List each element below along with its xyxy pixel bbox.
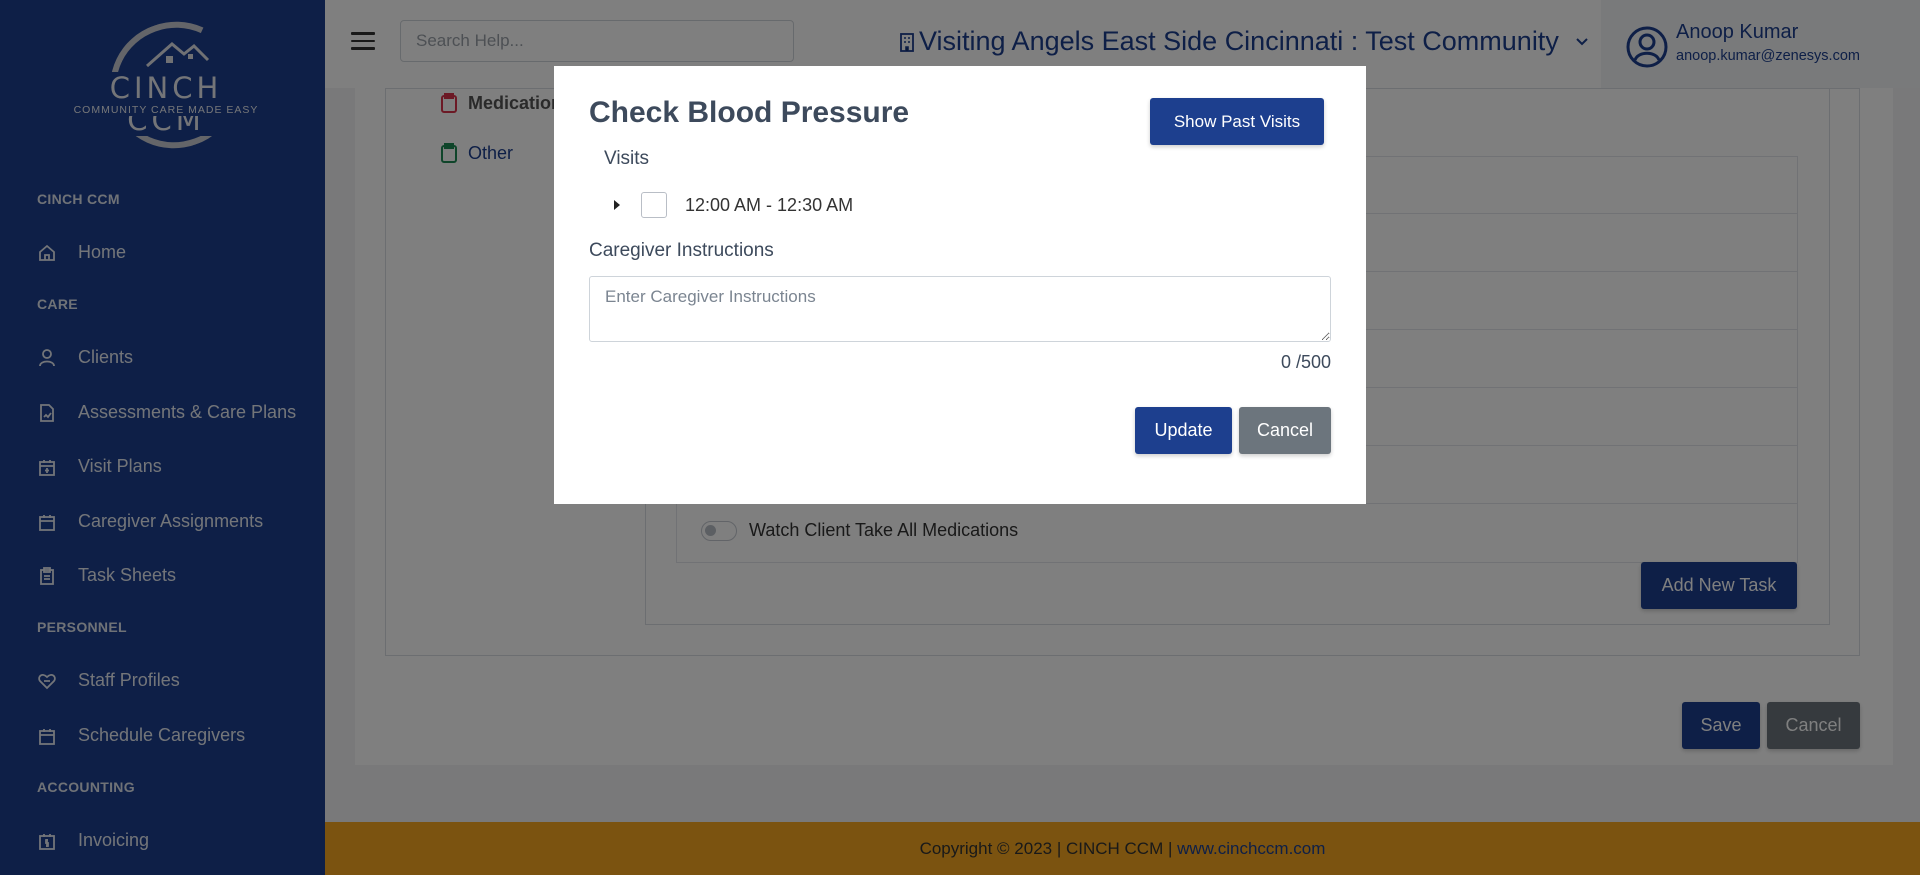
caregiver-instructions-field[interactable] — [589, 276, 1331, 342]
check-blood-pressure-modal: Check Blood Pressure Show Past Visits Vi… — [554, 66, 1366, 504]
visit-time: 12:00 AM - 12:30 AM — [685, 194, 854, 215]
show-past-visits-button[interactable]: Show Past Visits — [1150, 98, 1324, 145]
visits-label: Visits — [604, 148, 650, 169]
update-button[interactable]: Update — [1135, 407, 1232, 454]
visit-row: 12:00 AM - 12:30 AM — [614, 192, 853, 218]
modal-cancel-button[interactable]: Cancel — [1239, 407, 1331, 454]
caregiver-instructions-label: Caregiver Instructions — [589, 240, 774, 261]
expand-caret-icon[interactable] — [614, 200, 620, 210]
visit-checkbox[interactable] — [641, 192, 667, 218]
modal-title: Check Blood Pressure — [589, 96, 910, 129]
character-counter: 0 /500 — [1280, 352, 1331, 372]
